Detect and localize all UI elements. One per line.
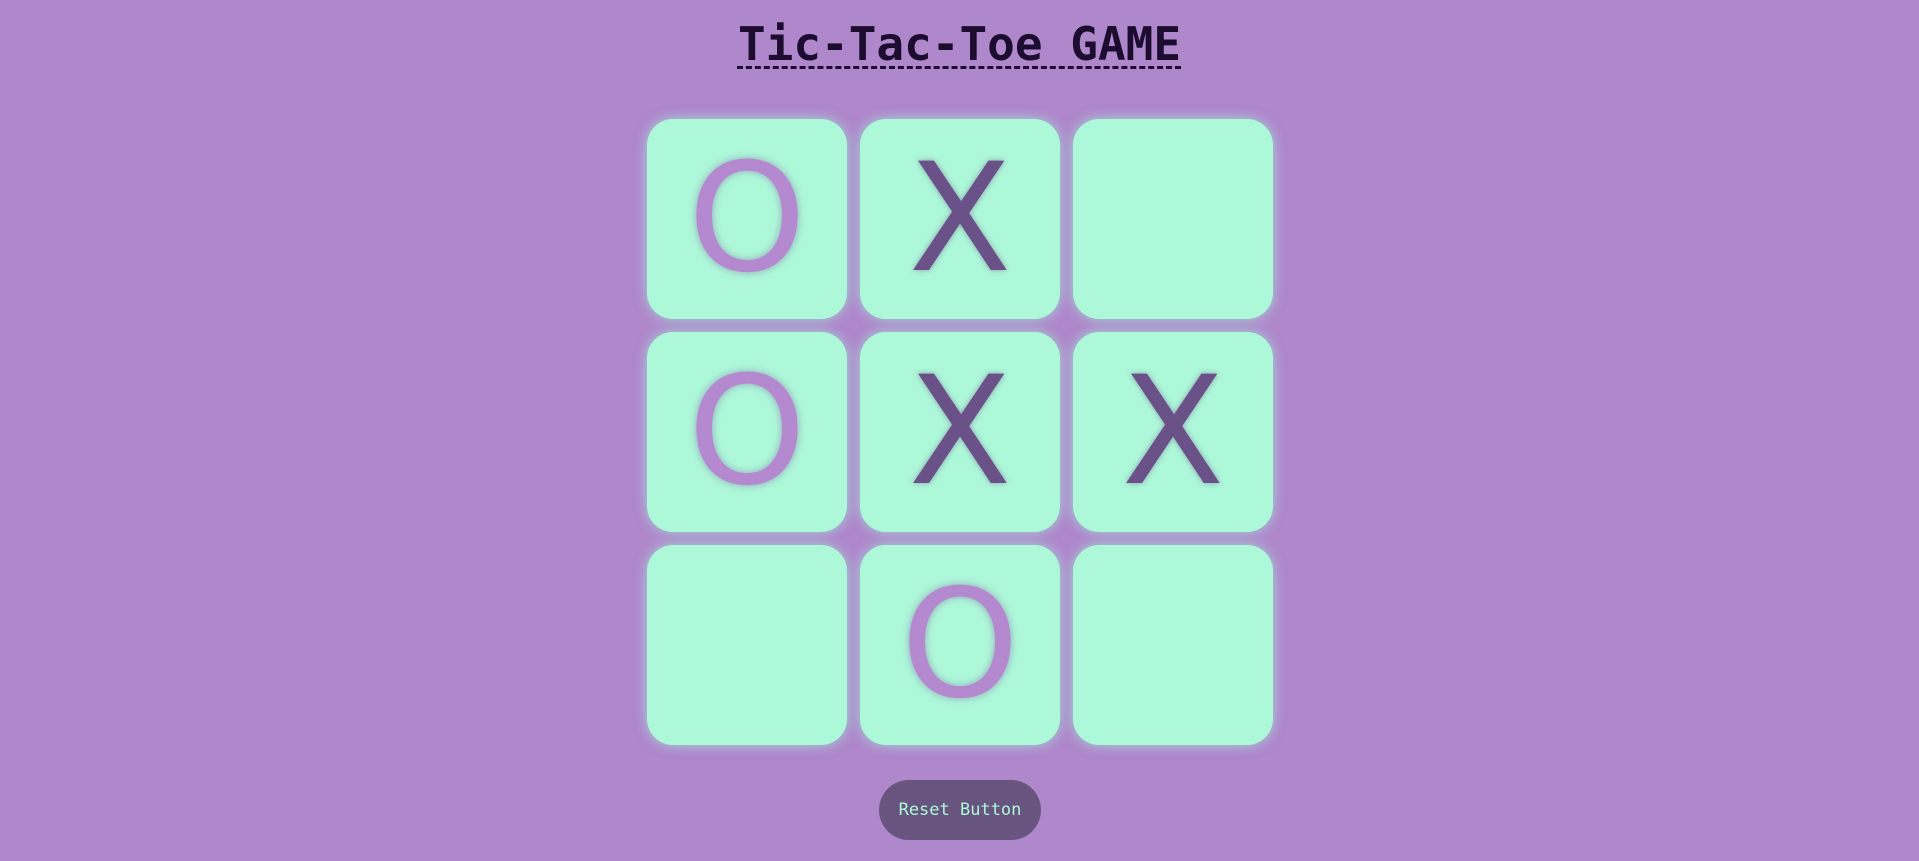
board-cell-4[interactable]: O (647, 332, 847, 532)
board-cell-7[interactable] (647, 545, 847, 745)
game-board: O X O X X O (647, 119, 1273, 745)
board-cell-1[interactable]: O (647, 119, 847, 319)
board-cell-9[interactable] (1073, 545, 1273, 745)
board-cell-3[interactable] (1073, 119, 1273, 319)
board-cell-2[interactable]: X (860, 119, 1060, 319)
reset-button[interactable]: Reset Button (879, 780, 1041, 840)
board-cell-8[interactable]: O (860, 545, 1060, 745)
game-title: Tic-Tac-Toe GAME (0, 14, 1919, 74)
board-cell-5[interactable]: X (860, 332, 1060, 532)
board-cell-6[interactable]: X (1073, 332, 1273, 532)
game-title-text: Tic-Tac-Toe GAME (737, 17, 1182, 71)
